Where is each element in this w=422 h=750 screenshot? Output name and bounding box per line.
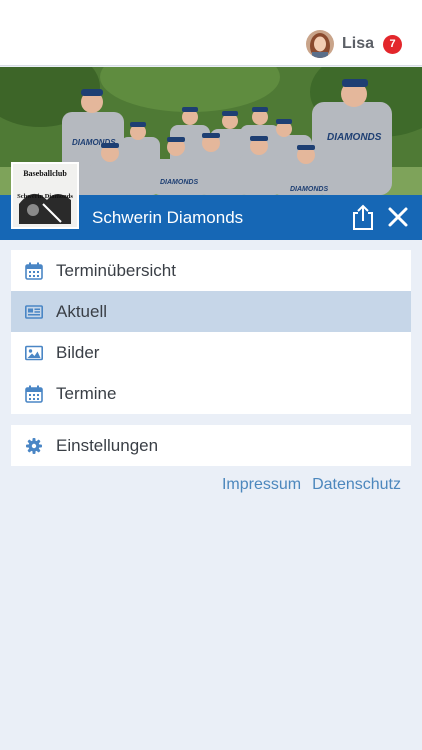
close-icon	[388, 207, 408, 227]
club-logo: Baseballclub Schwerin Diamonds	[11, 162, 79, 229]
main-menu: Terminübersicht Aktuell Bilder Termine	[11, 250, 411, 414]
impressum-link[interactable]: Impressum	[222, 474, 301, 496]
calendar-icon	[25, 262, 43, 280]
gear-icon	[26, 438, 42, 454]
news-icon	[25, 305, 43, 319]
share-button[interactable]	[350, 203, 376, 231]
share-icon	[353, 204, 373, 230]
menu-item-bilder[interactable]: Bilder	[11, 332, 411, 373]
close-button[interactable]	[386, 205, 410, 229]
user-name[interactable]: Lisa	[342, 35, 374, 53]
calendar-icon	[25, 385, 43, 403]
jersey-text: DIAMONDS	[72, 138, 116, 147]
menu-label: Termine	[56, 384, 117, 403]
datenschutz-link[interactable]: Datenschutz	[312, 474, 401, 496]
settings-menu: Einstellungen	[11, 425, 411, 466]
menu-label: Aktuell	[56, 302, 108, 321]
menu-label: Einstellungen	[56, 436, 159, 455]
menu-label: Terminübersicht	[56, 261, 176, 280]
menu-item-termine[interactable]: Termine	[11, 373, 411, 414]
image-icon	[25, 345, 43, 361]
menu-item-einstellungen[interactable]: Einstellungen	[11, 425, 411, 466]
club-name: Schwerin Diamonds	[92, 208, 244, 227]
menu-item-aktuell[interactable]: Aktuell	[11, 291, 411, 332]
jersey-text: DIAMONDS	[327, 132, 382, 143]
footer-links: Impressum Datenschutz	[211, 474, 401, 496]
avatar[interactable]	[305, 30, 334, 58]
top-bar: Lisa 7	[0, 0, 422, 66]
jersey-text: DIAMONDS	[290, 186, 328, 193]
logo-text-line2: Schwerin Diamonds	[17, 193, 73, 200]
jersey-text: DIAMONDS	[160, 179, 198, 186]
user-profile[interactable]: Lisa 7	[305, 29, 402, 59]
menu-label: Bilder	[56, 343, 100, 362]
logo-text-line1: Baseballclub	[23, 169, 67, 178]
menu-item-terminuebersicht[interactable]: Terminübersicht	[11, 250, 411, 291]
notification-badge[interactable]: 7	[383, 34, 402, 54]
